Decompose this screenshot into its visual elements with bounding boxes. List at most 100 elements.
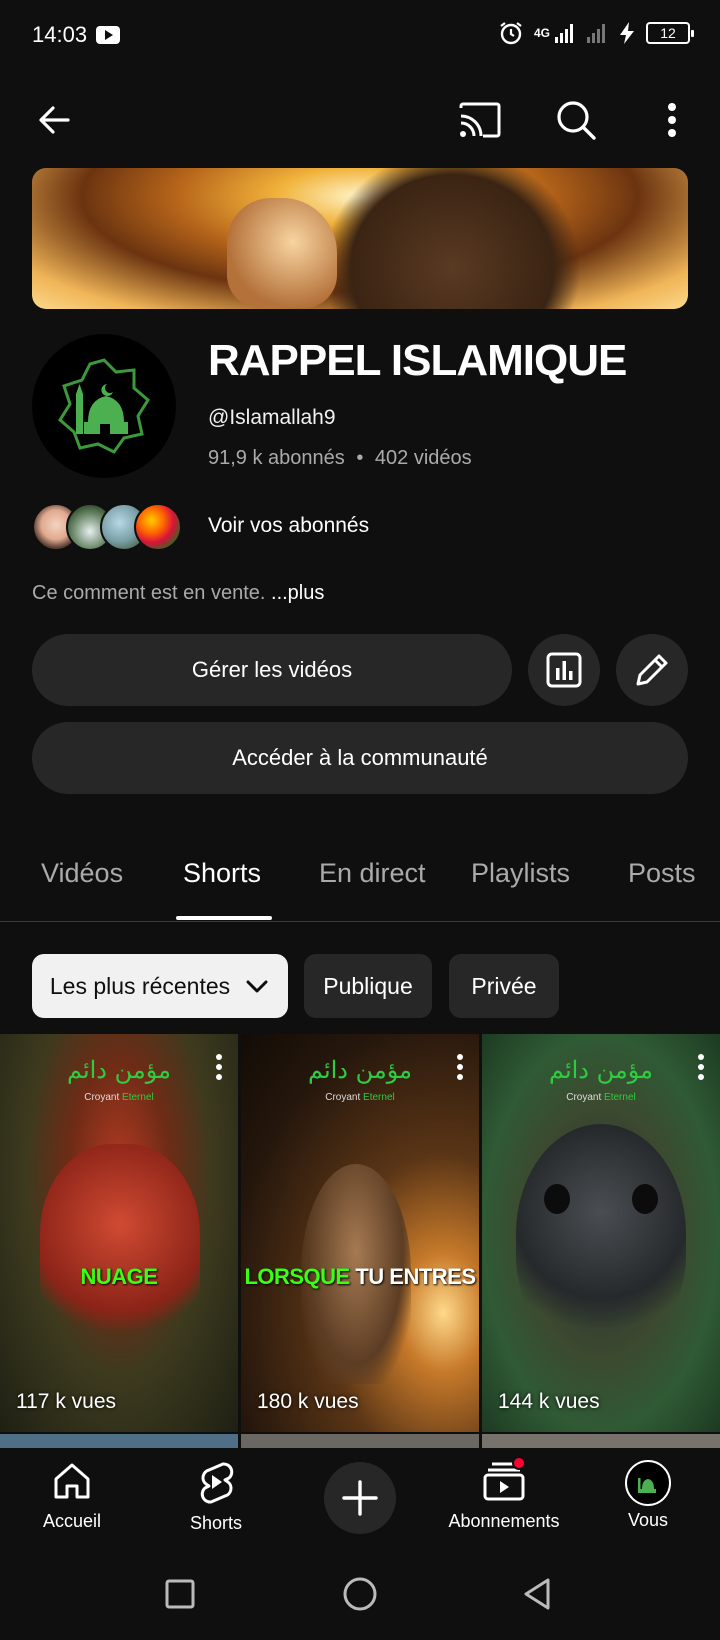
subscriber-avatar	[134, 503, 182, 551]
ant-eye	[632, 1184, 658, 1214]
channel-handle: @Islamallah9	[208, 406, 336, 429]
shorts-grid: ﻣﺆﻣﻦ ﺩﺍﺋﻢ Croyant Eternel NUAGE 117 k vu…	[0, 1034, 720, 1434]
signal-icon	[555, 24, 573, 43]
short-views: 117 k vues	[16, 1390, 117, 1413]
subscriber-count: 91,9 k abonnés	[208, 447, 345, 469]
active-tab-indicator	[176, 916, 272, 920]
shorts-icon	[200, 1462, 234, 1504]
back-button[interactable]	[26, 92, 82, 148]
manage-videos-button[interactable]: Gérer les vidéos	[32, 634, 512, 706]
youtube-notification-icon	[96, 26, 120, 44]
recents-icon[interactable]	[164, 1578, 196, 1610]
search-button[interactable]	[548, 92, 604, 148]
alarm-icon	[500, 22, 522, 45]
sort-dropdown[interactable]: Les plus récentes	[32, 954, 288, 1018]
channel-stats: 91,9 k abonnés • 402 vidéos	[208, 447, 472, 470]
community-button[interactable]: Accéder à la communauté	[32, 722, 688, 794]
back-arrow-icon	[39, 106, 70, 134]
channel-description[interactable]: Ce comment est en vente. ...plus	[32, 582, 324, 605]
channel-title: RAPPEL ISLAMIQUE	[208, 336, 627, 385]
nav-you[interactable]: Vous	[578, 1460, 718, 1531]
filter-private-chip[interactable]: Privée	[449, 954, 559, 1018]
system-navigation-bar	[0, 1552, 720, 1640]
more-vert-icon	[668, 103, 676, 137]
short-thumbnail-figure	[40, 1144, 200, 1344]
banner-figure	[322, 168, 582, 309]
home-circle-icon[interactable]	[342, 1576, 378, 1612]
notification-dot	[512, 1456, 526, 1470]
mosque-logo-icon	[58, 358, 150, 454]
see-subscribers-label: Voir vos abonnés	[208, 514, 370, 537]
chevron-down-icon	[246, 980, 268, 993]
short-more-button[interactable]	[457, 1054, 465, 1084]
search-icon	[557, 101, 596, 140]
filter-public-label: Publique	[323, 972, 413, 999]
short-views: 180 k vues	[257, 1390, 359, 1413]
edit-channel-button[interactable]	[616, 634, 688, 706]
tab-live[interactable]: En direct	[319, 858, 426, 889]
tab-shorts[interactable]: Shorts	[183, 858, 261, 889]
short-brand-tagline: Croyant Eternel	[84, 1092, 154, 1103]
charging-icon	[620, 22, 634, 44]
home-icon	[54, 1463, 90, 1499]
short-card[interactable]: ﻣﺆﻣﻦ ﺩﺍﺋﻢ Croyant Eternel LORSQUE TU ENT…	[241, 1034, 479, 1432]
tab-playlists[interactable]: Playlists	[471, 858, 570, 889]
short-more-button[interactable]	[698, 1054, 706, 1084]
pencil-icon	[636, 654, 668, 686]
next-short-peek	[0, 1434, 238, 1448]
video-count: 402 vidéos	[374, 447, 472, 469]
mosque-logo-icon	[638, 1478, 656, 1493]
cast-button[interactable]	[452, 92, 508, 148]
sort-label: Les plus récentes	[49, 972, 231, 999]
nav-shorts-label: Shorts	[189, 1513, 243, 1533]
back-triangle-icon[interactable]	[520, 1576, 554, 1612]
short-views: 144 k vues	[498, 1390, 600, 1413]
tab-posts[interactable]: Posts	[628, 858, 720, 889]
nav-home[interactable]: Accueil	[2, 1460, 142, 1532]
channel-banner[interactable]	[32, 168, 688, 309]
short-card[interactable]: ﻣﺆﻣﻦ ﺩﺍﺋﻢ Croyant Eternel 144 k vues	[482, 1034, 720, 1432]
network-type: 4G	[533, 26, 550, 40]
community-label: Accéder à la communauté	[232, 745, 488, 770]
nav-you-label: Vous	[627, 1510, 669, 1530]
see-subscribers-row[interactable]: Voir vos abonnés	[32, 502, 369, 552]
tab-videos[interactable]: Vidéos	[41, 858, 123, 889]
create-button[interactable]	[324, 1462, 396, 1534]
nav-subscriptions[interactable]: Abonnements	[434, 1456, 574, 1532]
banner-praying-hands	[227, 198, 337, 308]
signal-weak-icon	[587, 24, 605, 43]
bottom-navigation: Accueil Shorts Abonnements Vous	[0, 1448, 720, 1552]
short-brand-logo: ﻣﺆﻣﻦ ﺩﺍﺋﻢ	[548, 1056, 653, 1084]
top-app-bar	[0, 84, 720, 156]
short-more-button[interactable]	[216, 1054, 224, 1084]
nav-shorts[interactable]: Shorts	[146, 1460, 286, 1534]
cast-icon	[459, 102, 501, 138]
nav-home-label: Accueil	[42, 1511, 102, 1531]
filter-private-label: Privée	[471, 972, 537, 999]
stats-separator: •	[356, 447, 364, 469]
channel-avatar[interactable]	[32, 334, 176, 478]
profile-avatar	[625, 1460, 671, 1506]
analytics-button[interactable]	[528, 634, 600, 706]
short-brand-logo: ﻣﺆﻣﻦ ﺩﺍﺋﻢ	[307, 1056, 412, 1084]
plus-icon	[342, 1480, 378, 1516]
short-card[interactable]: ﻣﺆﻣﻦ ﺩﺍﺋﻢ Croyant Eternel NUAGE 117 k vu…	[0, 1034, 238, 1432]
next-short-peek	[241, 1434, 479, 1448]
short-thumbnail-ant	[516, 1124, 686, 1344]
description-text: Ce comment est en vente.	[32, 582, 266, 604]
short-caption: NUAGE	[80, 1264, 158, 1289]
short-brand-logo: ﻣﺆﻣﻦ ﺩﺍﺋﻢ	[66, 1056, 171, 1084]
ant-eye	[544, 1184, 570, 1214]
more-options-button[interactable]	[644, 92, 700, 148]
next-row-peek	[0, 1434, 720, 1448]
filter-public-chip[interactable]: Publique	[304, 954, 432, 1018]
nav-subscriptions-label: Abonnements	[448, 1511, 560, 1531]
channel-tabs: Vidéos Shorts En direct Playlists Posts	[0, 840, 720, 922]
status-icons: 4G 12	[498, 20, 694, 46]
next-short-peek	[482, 1434, 720, 1448]
manage-videos-label: Gérer les vidéos	[191, 657, 353, 682]
description-more-link[interactable]: ...plus	[271, 582, 324, 604]
analytics-icon	[546, 652, 582, 688]
short-brand-tagline: Croyant Eternel	[566, 1092, 636, 1103]
status-time: 14:03	[32, 22, 88, 47]
